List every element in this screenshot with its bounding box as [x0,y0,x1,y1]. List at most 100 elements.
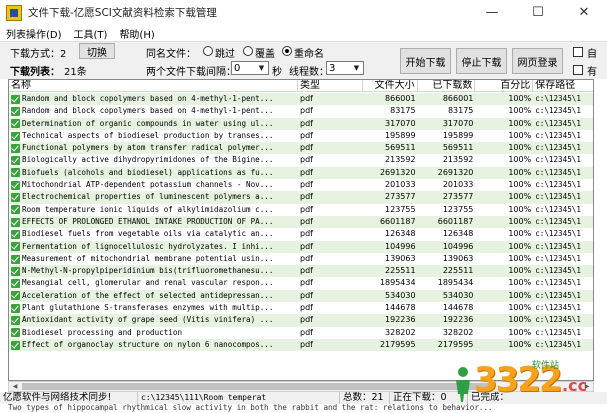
completed-check-icon[interactable] [11,131,20,141]
row-name-text: Plant glutathione S-transferases enzymes… [22,303,274,313]
row-percent: 100% [508,180,532,190]
minimize-button[interactable]: — [469,0,515,25]
table-row[interactable]: Biologically active dihydropyrimidones o… [9,154,593,167]
completed-check-icon[interactable] [11,254,20,264]
row-downloaded: 83175 [447,106,474,116]
row-percent: 100% [508,155,532,165]
completed-check-icon[interactable] [11,193,20,203]
menu-tools[interactable]: 工具(T) [68,26,114,41]
column-header-size[interactable]: 文件大小 [363,80,418,92]
completed-check-icon[interactable] [11,180,20,190]
table-row[interactable]: Random and block copolymers based on 4-m… [9,105,593,118]
row-percent: 100% [508,253,532,263]
switch-button[interactable]: 切换 [79,43,115,59]
table-row[interactable]: Random and block copolymers based on 4-m… [9,93,593,106]
row-size: 534030 [385,290,416,300]
table-row[interactable]: Mesangial cell, glomerular and renal vas… [9,277,593,290]
column-header-percent[interactable]: 百分比 [475,80,534,92]
web-login-button[interactable]: 网页登录 [512,48,563,74]
completed-check-icon[interactable] [11,340,20,350]
table-row[interactable]: Acceleration of the effect of selected a… [9,289,593,303]
row-type: pdf [299,155,313,165]
table-row[interactable]: Plant glutathione S-transferases enzymes… [9,302,593,315]
close-button[interactable]: ✕ [561,0,607,25]
row-path: c:\12345\1 [535,143,581,153]
completed-check-icon[interactable] [11,143,20,153]
watermark-logo: 3322 软件站 .cc [452,354,602,410]
completed-check-icon[interactable] [11,242,20,252]
threads-select[interactable]: 3 ▼ [326,61,364,75]
completed-check-icon[interactable] [11,217,20,227]
chevron-down-icon: ▼ [258,64,265,72]
row-path: c:\12345\1 [535,216,581,226]
completed-check-icon[interactable] [11,94,20,104]
row-type: pdf [299,241,313,251]
scrollbar-thumb[interactable] [22,383,492,390]
download-list[interactable]: 名称 类型 文件大小 已下载数 百分比 保存路径 Random and bloc… [8,79,594,381]
same-name-label: 同名文件： [146,49,196,60]
row-size: 328202 [385,327,416,337]
table-row[interactable]: Electrochemical properties of luminescen… [9,191,593,204]
row-name: Measurement of mitochondrial membrane po… [9,253,298,265]
column-header-name[interactable]: 名称 [9,80,298,92]
column-header-downloaded[interactable]: 已下载数 [418,80,476,92]
column-header-path[interactable]: 保存路径 [533,80,593,92]
menu-help[interactable]: 帮助(H) [113,26,160,41]
completed-check-icon[interactable] [11,279,20,289]
row-name-text: Antioxidant activity of grape seed (Viti… [22,315,274,325]
row-name: Technical aspects of biodiesel productio… [9,130,298,142]
row-percent: 100% [508,339,532,349]
table-row[interactable]: Biodiesel processing and production pdf 32… [9,326,593,339]
row-type: pdf [299,192,313,202]
row-name-text: Mesangial cell, glomerular and renal vas… [22,278,274,288]
maximize-button[interactable]: ☐ [515,0,561,25]
seconds-label: 秒 [272,67,282,78]
table-row[interactable]: Fermentation of lignocellulosic hydrolyz… [9,240,593,253]
radio-rename[interactable] [282,46,292,56]
table-row[interactable]: Room temperature ionic liquids of alkyli… [9,203,593,216]
row-percent: 100% [508,106,532,116]
row-downloaded: 866001 [442,94,474,103]
table-row[interactable]: Determination of organic compounds in wa… [9,117,593,130]
completed-check-icon[interactable] [11,303,20,313]
menu-list-operations[interactable]: 列表操作(D) [0,26,68,41]
completed-check-icon[interactable] [11,266,20,276]
completed-check-icon[interactable] [11,328,20,338]
table-row[interactable]: Technical aspects of biodiesel productio… [9,129,593,143]
table-row[interactable]: Functional polymers by atom transfer rad… [9,142,593,155]
row-name-text: Determination of organic compounds in wa… [22,118,274,128]
row-path: c:\12345\1 [535,94,581,103]
completed-check-icon[interactable] [11,168,20,178]
title-bar: 文件下载-亿愿SCI文献资料检索下载管理 — ☐ ✕ [0,0,607,25]
auto-checkbox[interactable] [573,47,583,57]
table-row[interactable]: N-Methyl-N-propylpiperidinium bis(triflu… [9,265,593,278]
completed-check-icon[interactable] [11,119,20,129]
table-row[interactable]: Biodiesel fuels from vegetable oils via … [9,228,593,241]
radio-skip[interactable] [203,46,213,56]
row-name: Mesangial cell, glomerular and renal vas… [9,277,298,289]
table-row[interactable]: Antioxidant activity of grape seed (Viti… [9,314,593,327]
completed-check-icon[interactable] [11,229,20,239]
row-name: Plant glutathione S-transferases enzymes… [9,302,298,314]
table-row[interactable]: Effect of organoclay structure on nylon … [9,338,593,352]
table-row[interactable]: EFFECTS OF PROLONGED ETHANOL INTAKE PROD… [9,215,593,229]
option-checkbox[interactable] [573,65,583,75]
interval-select[interactable]: 0 ▼ [231,61,269,75]
table-row[interactable]: Mitochondrial ATP-dependent potassium ch… [9,179,593,192]
threads-value: 3 [329,62,336,74]
scroll-left-icon[interactable]: ◀ [9,382,21,391]
table-row[interactable]: Measurement of mitochondrial membrane po… [9,252,593,266]
completed-check-icon[interactable] [11,315,20,325]
list-rows: Random and block copolymers based on 4-m… [9,93,593,352]
row-downloaded: 195899 [442,130,474,140]
column-header-type[interactable]: 类型 [298,80,363,92]
completed-check-icon[interactable] [11,205,20,215]
table-row[interactable]: Biofuels (alcohols and biodiesel) applic… [9,166,593,180]
completed-check-icon[interactable] [11,156,20,166]
row-path: c:\12345\1 [535,339,581,349]
radio-overwrite[interactable] [243,46,253,56]
completed-check-icon[interactable] [11,106,20,116]
stop-download-button[interactable]: 停止下载 [456,48,507,74]
completed-check-icon[interactable] [11,291,20,301]
start-download-button[interactable]: 开始下载 [400,48,451,74]
